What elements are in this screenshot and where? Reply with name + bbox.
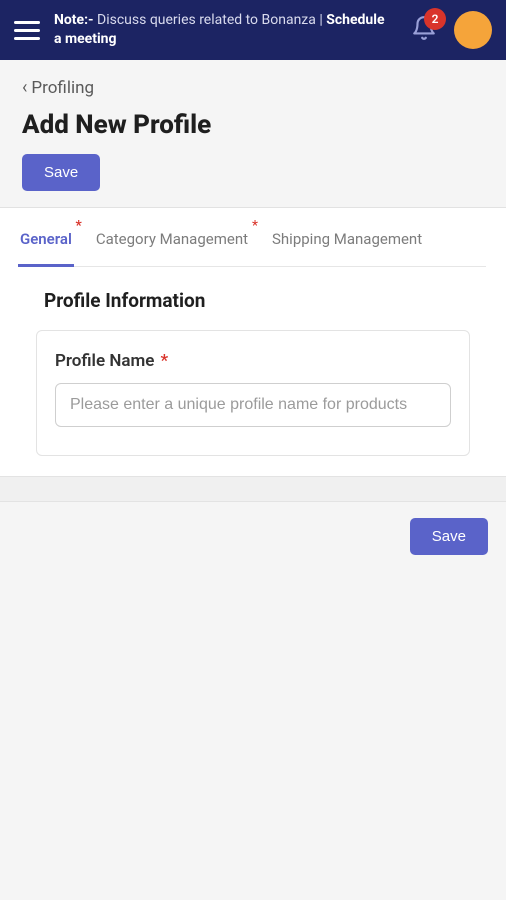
page-title: Add New Profile [22, 110, 484, 140]
tab-label: Category Management [96, 230, 248, 248]
page-top: ‹ Profiling Add New Profile Save [0, 60, 506, 207]
required-asterisk: * [76, 218, 82, 234]
section-divider [0, 476, 506, 502]
breadcrumb[interactable]: ‹ Profiling [22, 78, 94, 98]
avatar[interactable] [454, 11, 492, 49]
tab-shipping-management[interactable]: Shipping Management [272, 208, 422, 266]
note-text: Discuss queries related to Bonanza | [97, 12, 326, 28]
notification-badge: 2 [424, 8, 446, 30]
tab-label: General [20, 230, 72, 248]
tabs: General * Category Management * Shipping… [20, 208, 486, 267]
save-button-bottom[interactable]: Save [410, 518, 488, 555]
menu-icon[interactable] [14, 17, 40, 43]
note-prefix: Note:- [54, 12, 94, 28]
tab-general[interactable]: General * [20, 208, 72, 266]
save-button[interactable]: Save [22, 154, 100, 191]
tabs-section: General * Category Management * Shipping… [0, 207, 506, 476]
required-asterisk: * [252, 218, 258, 234]
section-title: Profile Information [20, 267, 486, 322]
required-asterisk: * [160, 351, 168, 371]
header-note: Note:- Discuss queries related to Bonanz… [54, 11, 394, 49]
chevron-left-icon: ‹ [22, 79, 27, 97]
tab-category-management[interactable]: Category Management * [96, 208, 248, 266]
breadcrumb-label: Profiling [31, 78, 94, 98]
profile-info-card: Profile Name * [36, 330, 470, 456]
tab-label: Shipping Management [272, 230, 422, 248]
profile-name-input[interactable] [55, 383, 451, 427]
profile-name-label: Profile Name * [55, 351, 451, 371]
footer-area: Save [0, 502, 506, 900]
app-header: Note:- Discuss queries related to Bonanz… [0, 0, 506, 60]
notification-button[interactable]: 2 [408, 14, 440, 46]
